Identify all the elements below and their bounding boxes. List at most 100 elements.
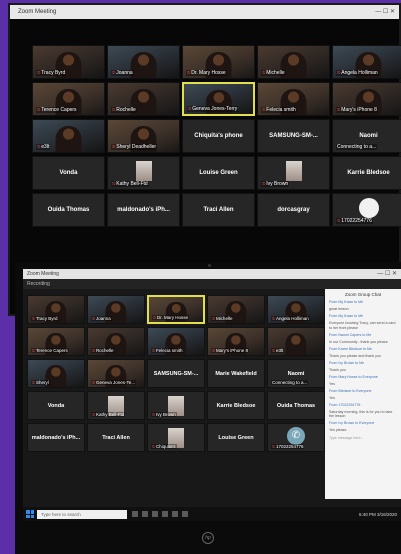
windows-start-icon[interactable]: [26, 510, 34, 518]
participant-name: Sheryl Deadheller: [116, 144, 157, 150]
participant-name: Chiquita's phone: [194, 133, 243, 139]
chat-message: Saturday morning, this is for you to tak…: [329, 409, 393, 419]
participant-name: SAMSUNG-SM-...: [153, 370, 199, 377]
participant-name-label: ⦸e3lt: [36, 144, 51, 150]
participant-name: Ivy Brown: [155, 412, 176, 417]
participant-video: [165, 302, 187, 322]
participant-tile[interactable]: ⦸Felecia smith: [257, 82, 330, 116]
participant-name: Geneva Jones-Te...: [95, 380, 135, 385]
participant-name-label: ⦸Geneva Jones-Terry: [187, 106, 239, 112]
participant-tile[interactable]: ⦸17022254776: [332, 193, 401, 227]
participant-tile[interactable]: ⦸e3lt: [267, 327, 325, 356]
participant-tile[interactable]: Naomi Connecting to a...: [332, 119, 401, 153]
participant-tile[interactable]: ⦸Joanna: [87, 295, 145, 324]
chat-message: In our Community - thank you please: [329, 339, 388, 344]
participant-tile[interactable]: ⦸e3lt: [32, 119, 105, 153]
participant-tile[interactable]: Ouida Thomas: [32, 193, 105, 227]
explorer-icon[interactable]: [152, 511, 158, 517]
participant-tile[interactable]: maldonado's iPh...: [27, 423, 85, 452]
participant-tile[interactable]: ⦸Sheryl: [27, 359, 85, 388]
participant-tile[interactable]: ⦸Tracy Byrd: [27, 295, 85, 324]
participant-tile[interactable]: ⦸Terence Capers: [27, 327, 85, 356]
participant-tile[interactable]: Marie Wakefield: [207, 359, 265, 388]
chat-message: Yes: [329, 381, 335, 386]
chat-sender: From Ivy Brown to Everyone: [329, 421, 375, 425]
participant-tile[interactable]: Karrie Bledsoe: [207, 391, 265, 420]
muted-mic-icon: ⦸: [112, 144, 116, 150]
participant-tile[interactable]: ⦸Angela Holliman: [267, 295, 325, 324]
chat-sender: From My Kwan to Me: [329, 314, 364, 318]
participant-name: Vonda: [59, 170, 78, 176]
muted-mic-icon: ⦸: [37, 70, 41, 76]
laptop: Zoom Meeting — ☐ ✕ Recording ⦸Tracy Byrd…: [15, 262, 401, 554]
participant-name-label: ⦸Terence Capers: [36, 107, 78, 113]
chat-message: great lesson: [329, 307, 349, 311]
participant-tile[interactable]: ⦸Rochelle: [87, 327, 145, 356]
participant-tile[interactable]: SAMSUNG-SM-...: [147, 359, 205, 388]
taskbar-search-input[interactable]: Type here to search: [37, 509, 127, 519]
participant-tile[interactable]: ⦸Angela Holliman: [332, 45, 401, 79]
bottom-gallery-grid: ⦸Tracy Byrd ⦸Joanna ⦸Dr. Mary Hosse ⦸Michel…: [27, 295, 325, 452]
participant-tile[interactable]: maldonado's iPh...: [107, 193, 180, 227]
participant-tile[interactable]: ⦸Ivy Brown: [147, 391, 205, 420]
participant-tile[interactable]: ⦸Kathy Bell-Ftd: [87, 391, 145, 420]
participant-name-label: ⦸Ivy Brown: [261, 181, 290, 187]
window-controls[interactable]: — ☐ ✕: [375, 5, 395, 19]
participant-tile[interactable]: ⦸Joanna: [107, 45, 180, 79]
zoom-app-icon[interactable]: [182, 511, 188, 517]
participant-tile[interactable]: Chiquita's phone: [182, 119, 255, 153]
participant-tile[interactable]: ⦸Sheryl Deadheller: [107, 119, 180, 153]
connection-status: Connecting to a...: [271, 380, 309, 385]
participant-tile[interactable]: ✆ ⦸17022254776: [267, 423, 325, 452]
participant-tile[interactable]: Vonda: [27, 391, 85, 420]
participant-tile[interactable]: ⦸Terence Capers: [32, 82, 105, 116]
taskbar-clock[interactable]: 5:40 PM 3/16/2020: [359, 512, 397, 517]
participant-tile[interactable]: Ouida Thomas: [267, 391, 325, 420]
muted-mic-icon: ⦸: [37, 144, 41, 150]
participant-tile[interactable]: ⦸Chiquita's: [147, 423, 205, 452]
participant-name-label: ⦸Mary's iPhone 8: [336, 107, 378, 113]
participant-tile[interactable]: Karrie Bledsoe: [332, 156, 401, 190]
participant-tile[interactable]: ⦸Dr. Mary Hosse: [182, 45, 255, 79]
mail-icon[interactable]: [172, 511, 178, 517]
participant-name-label: ⦸Felecia smith: [151, 348, 184, 353]
participant-name-label: ⦸Sheryl Deadheller: [111, 144, 158, 150]
participant-tile[interactable]: ⦸Ivy Brown: [257, 156, 330, 190]
participant-tile[interactable]: Naomi Connecting to a...: [267, 359, 325, 388]
participant-tile[interactable]: ⦸Felecia smith: [147, 327, 205, 356]
participant-tile[interactable]: ⦸Michelle: [207, 295, 265, 324]
participant-tile[interactable]: ⦸Tracy Byrd: [32, 45, 105, 79]
participant-tile[interactable]: SAMSUNG-SM-...: [257, 119, 330, 153]
participant-tile[interactable]: ⦸Kathy Bell-Ftd: [107, 156, 180, 190]
recording-label: Recording: [27, 281, 50, 287]
participant-tile[interactable]: ⦸Geneva Jones-Terry: [182, 82, 255, 116]
participant-tile[interactable]: Vonda: [32, 156, 105, 190]
participant-tile[interactable]: Traci Allen: [182, 193, 255, 227]
participant-tile[interactable]: Louise Green: [207, 423, 265, 452]
participant-name: Dr. Mary Hosse: [156, 315, 188, 320]
participant-name: Kathy Bell-Ftd: [116, 181, 148, 187]
participant-name-label: ⦸Geneva Jones-Te...: [91, 380, 136, 385]
participant-name-label: ⦸Mary's iPhone 8: [211, 348, 250, 353]
participant-name-label: ⦸Michelle: [211, 316, 234, 321]
task-view-icon[interactable]: [132, 511, 138, 517]
window-controls[interactable]: — ☐ ✕: [377, 269, 397, 279]
participant-name-label: ⦸e3lt: [271, 348, 285, 353]
participant-tile[interactable]: ⦸Michelle: [257, 45, 330, 79]
participant-tile[interactable]: ⦸Mary's iPhone 8: [207, 327, 265, 356]
store-icon[interactable]: [162, 511, 168, 517]
clock-date: 3/16/2020: [376, 511, 397, 517]
participant-tile[interactable]: ⦸Rochelle: [107, 82, 180, 116]
profile-photo: [135, 161, 152, 181]
participant-tile[interactable]: ⦸Mary's iPhone 8: [332, 82, 401, 116]
participant-tile[interactable]: Traci Allen: [87, 423, 145, 452]
muted-mic-icon: ⦸: [262, 70, 266, 76]
participant-tile[interactable]: Louise Green: [182, 156, 255, 190]
edge-icon[interactable]: [142, 511, 148, 517]
participant-name: Joanna: [116, 70, 133, 76]
participant-tile[interactable]: dorcasgray: [257, 193, 330, 227]
bottom-zoom-screen: Zoom Meeting — ☐ ✕ Recording ⦸Tracy Byrd…: [23, 269, 401, 521]
chat-input[interactable]: Type message here...: [329, 436, 397, 441]
participant-tile[interactable]: ⦸Geneva Jones-Te...: [87, 359, 145, 388]
participant-tile[interactable]: ⦸Dr. Mary Hosse: [147, 295, 205, 324]
